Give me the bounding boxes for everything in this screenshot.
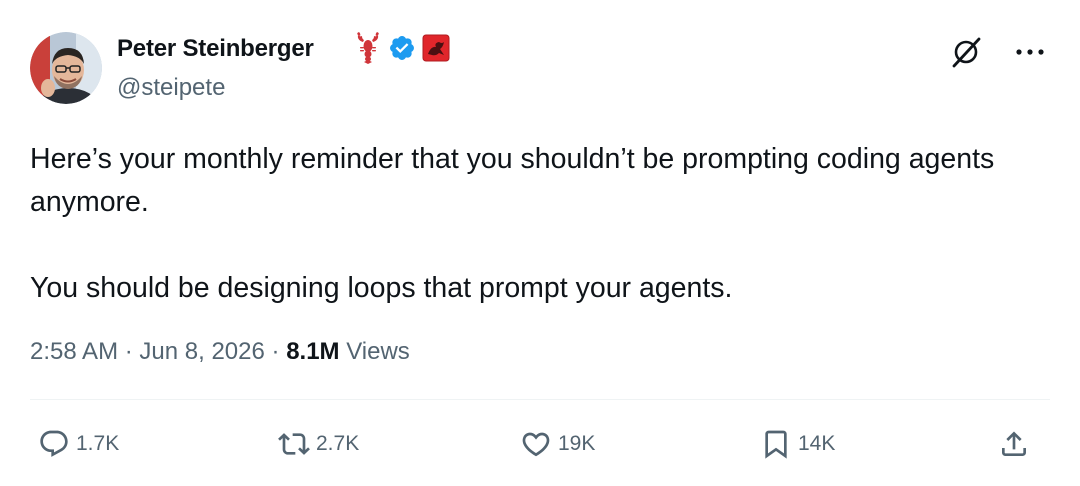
action-bar: 1.7K 2.7K 19K 14K (30, 422, 1050, 466)
display-name[interactable]: Peter Steinberger (117, 35, 314, 63)
grok-icon[interactable] (946, 32, 986, 72)
flag-badge-icon[interactable] (422, 34, 450, 67)
bookmark-icon (760, 428, 792, 460)
tweet-card: Peter Steinberger @steipete Here’s your … (0, 0, 1080, 486)
lobster-icon (354, 31, 382, 69)
more-icon[interactable] (1010, 32, 1050, 72)
meta-separator: · (271, 338, 280, 365)
like-count: 19K (558, 432, 596, 455)
views-count[interactable]: 8.1M (286, 338, 339, 365)
tweet-paragraph: You should be designing loops that promp… (30, 272, 733, 304)
meta-separator: · (124, 338, 133, 365)
user-handle[interactable]: @steipete (117, 74, 225, 102)
bookmark-count: 14K (798, 432, 836, 455)
name-icons (354, 31, 450, 69)
repost-count: 2.7K (316, 432, 360, 455)
top-actions (946, 32, 1050, 72)
avatar[interactable] (30, 32, 102, 104)
tweet-date[interactable]: Jun 8, 2026 (139, 338, 264, 365)
repost-button[interactable]: 2.7K (278, 422, 359, 466)
heart-icon (520, 428, 552, 460)
bookmark-button[interactable]: 14K (760, 422, 835, 466)
tweet-time[interactable]: 2:58 AM (30, 338, 118, 365)
tweet-meta: 2:58 AM · Jun 8, 2026 · 8.1M Views (30, 338, 410, 366)
repost-icon (278, 428, 310, 460)
reply-count: 1.7K (76, 432, 120, 455)
share-button[interactable] (998, 422, 1030, 466)
like-button[interactable]: 19K (520, 422, 595, 466)
tweet-text: Here’s your monthly reminder that you sh… (30, 138, 1050, 310)
divider (30, 399, 1050, 400)
share-icon (998, 428, 1030, 460)
reply-button[interactable]: 1.7K (38, 422, 119, 466)
reply-icon (38, 428, 70, 460)
tweet-paragraph: Here’s your monthly reminder that you sh… (30, 143, 995, 218)
verified-badge-icon[interactable] (388, 34, 416, 67)
views-label: Views (346, 338, 410, 365)
